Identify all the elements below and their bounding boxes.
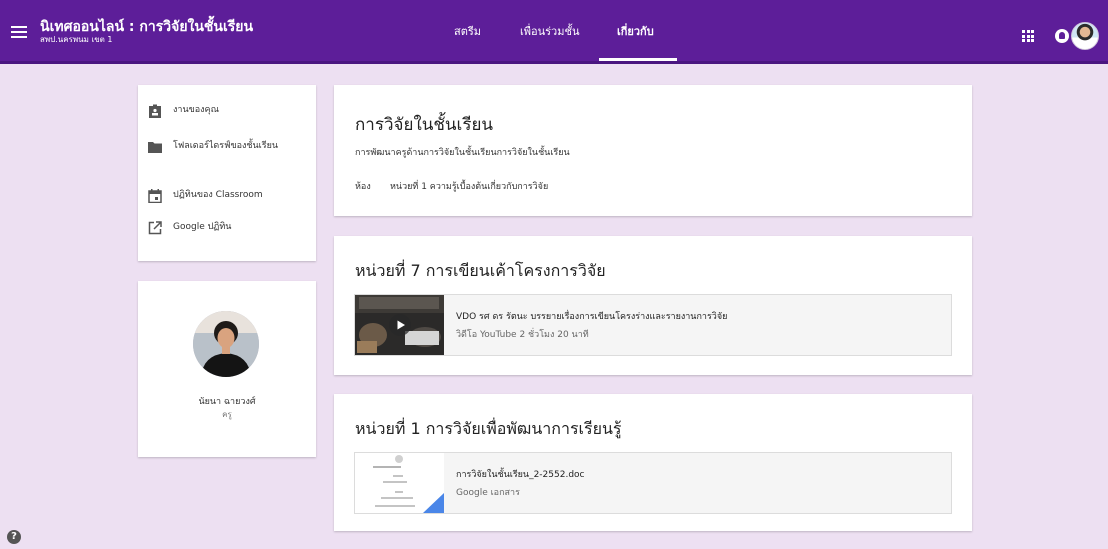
class-name-heading: การวิจัยในชั้นเรียน xyxy=(355,115,494,135)
play-icon xyxy=(389,314,411,336)
sidebar-item-label: งานของคุณ xyxy=(173,105,219,115)
teacher-card: นัยนา ฉายวงศ์ ครู xyxy=(138,281,316,457)
class-header[interactable]: นิเทศออนไลน์ : การวิจัยในชั้นเรียน สพป.น… xyxy=(40,19,253,45)
document-thumbnail xyxy=(355,453,444,513)
class-description: การพัฒนาครูด้านการวิจัยในชั้นเรียนการวิจ… xyxy=(355,148,570,158)
teacher-name: นัยนา ฉายวงศ์ xyxy=(198,397,256,407)
class-resources-card: งานของคุณ โฟลเดอร์ไดรฟ์ของชั้นเรียน ปฏิท… xyxy=(138,85,316,261)
teacher-avatar xyxy=(193,311,259,377)
assignment-icon xyxy=(149,104,161,118)
attachment-meta: Google เอกสาร xyxy=(456,488,520,498)
attachment-title: VDO รศ ดร รัตนะ บรรยายเรื่องการเขียนโครง… xyxy=(456,312,728,322)
room-value: หน่วยที่ 1 ความรู้เบื้องต้นเกี่ยวกับการว… xyxy=(390,182,549,192)
class-title: นิเทศออนไลน์ : การวิจัยในชั้นเรียน xyxy=(40,19,254,35)
menu-icon[interactable] xyxy=(11,26,27,38)
sidebar-item-drive-folder[interactable]: โฟลเดอร์ไดรฟ์ของชั้นเรียน xyxy=(148,140,293,154)
sidebar-item-classroom-calendar[interactable]: ปฏิทินของ Classroom xyxy=(148,189,293,203)
folder-icon xyxy=(148,142,162,153)
notifications-icon[interactable] xyxy=(1055,29,1069,43)
topic-card: หน่วยที่ 1 การวิจัยเพื่อพัฒนาการเรียนรู้… xyxy=(334,394,972,531)
teacher-role: ครู xyxy=(222,410,232,419)
tab-about[interactable]: เกี่ยวกับ xyxy=(617,22,654,40)
room-label: ห้อง xyxy=(355,182,371,192)
topic-card: หน่วยที่ 7 การเขียนเค้าโครงการวิจัย VDO … xyxy=(334,236,972,375)
apps-icon[interactable] xyxy=(1022,30,1034,42)
tab-classmates[interactable]: เพื่อนร่วมชั้น xyxy=(520,22,579,40)
class-about-card: การวิจัยในชั้นเรียน การพัฒนาครูด้านการวิ… xyxy=(334,85,972,216)
topic-title: หน่วยที่ 7 การเขียนเค้าโครงการวิจัย xyxy=(355,261,606,280)
attachment-title: การวิจัยในชั้นเรียน_2-2552.doc xyxy=(456,470,585,480)
tab-stream[interactable]: สตรีม xyxy=(454,22,481,40)
document-attachment[interactable]: การวิจัยในชั้นเรียน_2-2552.doc Google เอ… xyxy=(354,452,952,514)
profile-avatar[interactable] xyxy=(1071,22,1099,50)
video-attachment[interactable]: VDO รศ ดร รัตนะ บรรยายเรื่องการเขียนโครง… xyxy=(354,294,952,356)
sidebar-item-label: ปฏิทินของ Classroom xyxy=(173,190,263,200)
attachment-meta: วิดีโอ YouTube 2 ชั่วโมง 20 นาที xyxy=(456,330,589,340)
top-bar: นิเทศออนไลน์ : การวิจัยในชั้นเรียน สพป.น… xyxy=(0,0,1108,64)
calendar-icon xyxy=(148,189,162,203)
topic-title: หน่วยที่ 1 การวิจัยเพื่อพัฒนาการเรียนรู้ xyxy=(355,419,622,438)
sidebar-item-label: โฟลเดอร์ไดรฟ์ของชั้นเรียน xyxy=(173,141,279,151)
class-subtitle: สพป.นครพนม เขต 1 xyxy=(40,35,113,44)
active-tab-indicator xyxy=(599,58,677,61)
sidebar-item-google-calendar[interactable]: Google ปฏิทิน xyxy=(148,221,293,235)
external-link-icon xyxy=(148,221,162,235)
help-icon[interactable]: ? xyxy=(7,530,21,544)
sidebar-item-your-work[interactable]: งานของคุณ xyxy=(148,104,293,118)
sidebar-item-label: Google ปฏิทิน xyxy=(173,222,232,232)
